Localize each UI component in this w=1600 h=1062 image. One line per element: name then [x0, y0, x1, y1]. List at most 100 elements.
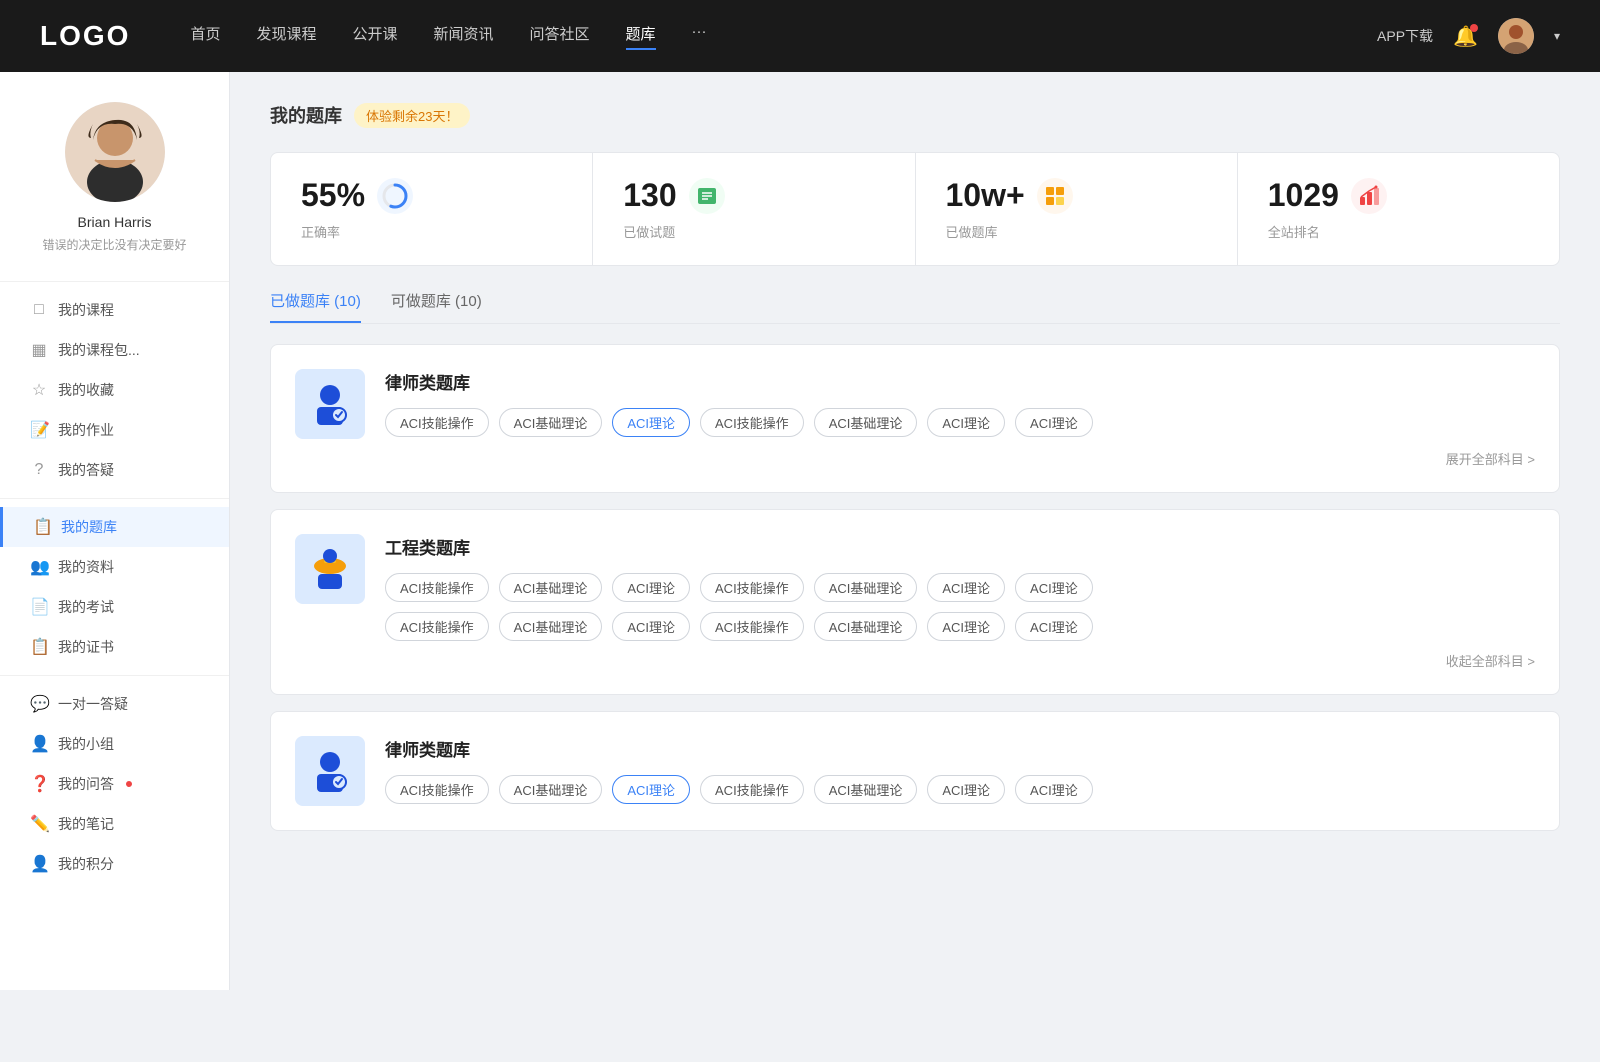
tag-1-2[interactable]: ACI理论 [612, 408, 690, 437]
tag-3-4[interactable]: ACI基础理论 [814, 775, 918, 804]
sidebar-label-my-materials: 我的资料 [58, 557, 114, 577]
one-on-one-icon: 💬 [30, 694, 48, 714]
tag-2-8[interactable]: ACI基础理论 [499, 612, 603, 641]
sidebar-item-my-certs[interactable]: 📋 我的证书 [0, 627, 229, 667]
sidebar-item-my-questions[interactable]: ❓ 我的问答 [0, 764, 229, 804]
certs-icon: 📋 [30, 637, 48, 657]
tag-2-9[interactable]: ACI理论 [612, 612, 690, 641]
sidebar-item-my-group[interactable]: 👤 我的小组 [0, 724, 229, 764]
sidebar-item-my-courses[interactable]: □ 我的课程 [0, 290, 229, 330]
tag-2-4[interactable]: ACI基础理论 [814, 573, 918, 602]
tag-3-3[interactable]: ACI技能操作 [700, 775, 804, 804]
sidebar-label-my-qbank: 我的题库 [61, 517, 117, 537]
qbank-card-1-footer: 展开全部科目 > [295, 439, 1535, 468]
notification-dot [1470, 24, 1478, 32]
tab-available[interactable]: 可做题库 (10) [391, 290, 482, 323]
tag-2-6[interactable]: ACI理论 [1015, 573, 1093, 602]
tag-2-7[interactable]: ACI技能操作 [385, 612, 489, 641]
sidebar-label-my-exams: 我的考试 [58, 597, 114, 617]
qbank-card-3-tags: ACI技能操作 ACI基础理论 ACI理论 ACI技能操作 ACI基础理论 AC… [385, 775, 1535, 804]
tag-1-5[interactable]: ACI理论 [927, 408, 1005, 437]
app-download[interactable]: APP下载 [1377, 26, 1433, 46]
qbank-card-1-content: 律师类题库 ACI技能操作 ACI基础理论 ACI理论 ACI技能操作 ACI基… [385, 369, 1535, 437]
qbank-card-3-title: 律师类题库 [385, 736, 1535, 761]
questions-icon: ❓ [30, 774, 48, 794]
ranking-icon [1351, 178, 1387, 214]
tab-done[interactable]: 已做题库 (10) [270, 290, 361, 323]
tag-3-5[interactable]: ACI理论 [927, 775, 1005, 804]
tag-1-6[interactable]: ACI理论 [1015, 408, 1093, 437]
sidebar-item-one-on-one[interactable]: 💬 一对一答疑 [0, 684, 229, 724]
tag-2-10[interactable]: ACI技能操作 [700, 612, 804, 641]
sidebar-item-my-points[interactable]: 👤 我的积分 [0, 844, 229, 884]
sidebar-item-my-homework[interactable]: 📝 我的作业 [0, 410, 229, 450]
stat-ranking-value: 1029 [1268, 177, 1339, 214]
sidebar-item-my-notes[interactable]: ✏️ 我的笔记 [0, 804, 229, 844]
sidebar-label-one-on-one: 一对一答疑 [58, 694, 128, 714]
qbank-card-1-icon [295, 369, 365, 439]
user-menu-chevron[interactable]: ▾ [1554, 29, 1560, 43]
qbank-card-1-expand[interactable]: 展开全部科目 > [1446, 449, 1535, 468]
nav-news[interactable]: 新闻资讯 [434, 23, 494, 50]
nav-home[interactable]: 首页 [190, 23, 220, 50]
sidebar-item-my-favorites[interactable]: ☆ 我的收藏 [0, 370, 229, 410]
nav-discover[interactable]: 发现课程 [256, 23, 316, 50]
tag-1-3[interactable]: ACI技能操作 [700, 408, 804, 437]
tag-1-4[interactable]: ACI基础理论 [814, 408, 918, 437]
nav-qa[interactable]: 问答社区 [530, 23, 590, 50]
main-content: 我的题库 体验剩余23天！ 55% 正确率 13 [230, 72, 1600, 990]
tag-2-13[interactable]: ACI理论 [1015, 612, 1093, 641]
sidebar-label-my-homework: 我的作业 [58, 420, 114, 440]
stat-done-questions-label: 已做试题 [623, 222, 884, 241]
points-icon: 👤 [30, 854, 48, 874]
qbank-card-1-tags: ACI技能操作 ACI基础理论 ACI理论 ACI技能操作 ACI基础理论 AC… [385, 408, 1535, 437]
user-avatar[interactable] [1498, 18, 1534, 54]
stats-row: 55% 正确率 130 [270, 152, 1560, 266]
sidebar-item-my-qbank[interactable]: 📋 我的题库 [0, 507, 229, 547]
favorites-icon: ☆ [30, 380, 48, 400]
qbank-card-2-tags-row1: ACI技能操作 ACI基础理论 ACI理论 ACI技能操作 ACI基础理论 AC… [385, 573, 1535, 602]
nav-qbank[interactable]: 题库 [626, 23, 656, 50]
qbank-card-1: 律师类题库 ACI技能操作 ACI基础理论 ACI理论 ACI技能操作 ACI基… [270, 344, 1560, 493]
sidebar-item-my-packages[interactable]: ▦ 我的课程包... [0, 330, 229, 370]
sidebar-label-my-qa: 我的答疑 [58, 460, 114, 480]
qbank-card-2-expand[interactable]: 收起全部科目 > [1446, 651, 1535, 670]
sidebar-divider-3 [0, 675, 229, 676]
qbank-card-3-header: 律师类题库 ACI技能操作 ACI基础理论 ACI理论 ACI技能操作 ACI基… [295, 736, 1535, 806]
tag-2-3[interactable]: ACI技能操作 [700, 573, 804, 602]
stat-done-banks-value: 10w+ [946, 177, 1025, 214]
courses-icon: □ [30, 301, 48, 319]
profile-motto: 错误的决定比没有决定要好 [20, 236, 209, 253]
sidebar-item-my-materials[interactable]: 👥 我的资料 [0, 547, 229, 587]
sidebar: Brian Harris 错误的决定比没有决定要好 □ 我的课程 ▦ 我的课程包… [0, 72, 230, 990]
tag-3-6[interactable]: ACI理论 [1015, 775, 1093, 804]
sidebar-item-my-qa[interactable]: ? 我的答疑 [0, 450, 229, 490]
nav-more[interactable]: ··· [692, 23, 707, 50]
tag-3-1[interactable]: ACI基础理论 [499, 775, 603, 804]
sidebar-item-my-exams[interactable]: 📄 我的考试 [0, 587, 229, 627]
sidebar-label-my-notes: 我的笔记 [58, 814, 114, 834]
sidebar-label-my-favorites: 我的收藏 [58, 380, 114, 400]
qbank-card-2-icon [295, 534, 365, 604]
tag-1-0[interactable]: ACI技能操作 [385, 408, 489, 437]
nav-open-course[interactable]: 公开课 [352, 23, 397, 50]
qbank-card-2-header: 工程类题库 ACI技能操作 ACI基础理论 ACI理论 ACI技能操作 ACI基… [295, 534, 1535, 641]
tag-3-0[interactable]: ACI技能操作 [385, 775, 489, 804]
stat-done-banks: 10w+ 已做题库 [916, 153, 1238, 265]
group-icon: 👤 [30, 734, 48, 754]
qbank-card-3-icon [295, 736, 365, 806]
stat-done-questions-top: 130 [623, 177, 884, 214]
trial-badge: 体验剩余23天！ [354, 103, 470, 128]
qbank-card-2: 工程类题库 ACI技能操作 ACI基础理论 ACI理论 ACI技能操作 ACI基… [270, 509, 1560, 695]
tag-2-5[interactable]: ACI理论 [927, 573, 1005, 602]
tag-2-2[interactable]: ACI理论 [612, 573, 690, 602]
packages-icon: ▦ [30, 340, 48, 360]
tag-2-11[interactable]: ACI基础理论 [814, 612, 918, 641]
tag-1-1[interactable]: ACI基础理论 [499, 408, 603, 437]
notification-bell[interactable]: 🔔 [1453, 24, 1478, 49]
accuracy-icon [377, 178, 413, 214]
tag-2-0[interactable]: ACI技能操作 [385, 573, 489, 602]
tag-3-2[interactable]: ACI理论 [612, 775, 690, 804]
tag-2-12[interactable]: ACI理论 [927, 612, 1005, 641]
tag-2-1[interactable]: ACI基础理论 [499, 573, 603, 602]
